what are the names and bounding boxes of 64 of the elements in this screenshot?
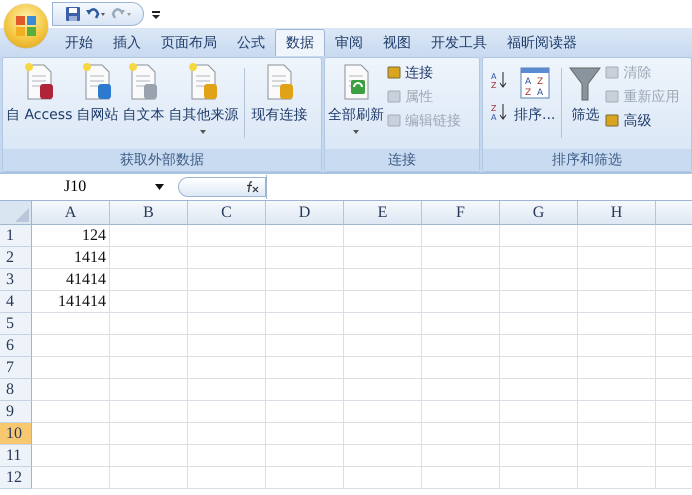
row-header[interactable]: 6 (0, 335, 32, 357)
office-logo-icon (15, 15, 37, 37)
ribbon-button[interactable]: 现有连接 (250, 62, 308, 124)
column-header[interactable]: H (578, 201, 656, 225)
ribbon-tab[interactable]: 开发工具 (421, 30, 497, 56)
column-header[interactable]: C (188, 201, 266, 225)
group-label: 连接 (325, 149, 479, 171)
caret-icon (353, 130, 359, 134)
customize-menu-icon[interactable] (152, 9, 160, 19)
row-header[interactable]: 9 (0, 401, 32, 423)
ribbon-button[interactable]: 筛选 (567, 62, 604, 124)
ribbon-small-button[interactable]: 连接 (387, 62, 461, 83)
corner-triangle-icon (15, 208, 29, 222)
small-icon (605, 114, 622, 128)
group-label: 排序和筛选 (483, 149, 691, 171)
column-header[interactable] (656, 201, 692, 225)
ribbon-button[interactable]: 自 Access (5, 62, 74, 124)
small-icon (605, 90, 622, 104)
caret-icon[interactable] (155, 184, 164, 190)
row-header[interactable]: 8 (0, 379, 32, 401)
row-header[interactable]: 5 (0, 313, 32, 335)
ribbon-tab[interactable]: 审阅 (325, 30, 373, 56)
row-header[interactable]: 12 (0, 467, 32, 489)
ribbon-button[interactable]: 全部刷新 (327, 62, 385, 134)
small-icon (387, 90, 403, 104)
table-cell: 41414 (32, 269, 110, 291)
ribbon-tab[interactable]: 开始 (55, 30, 103, 56)
small-icon (605, 66, 622, 80)
table-cell: 124 (32, 225, 110, 247)
ribbon-tab[interactable]: 公式 (227, 30, 275, 56)
column-header[interactable]: A (32, 201, 110, 225)
ribbon-tab[interactable]: 视图 (373, 30, 421, 56)
name-box[interactable]: J10 (0, 178, 170, 196)
column-header[interactable]: E (344, 201, 422, 225)
ribbon-small-button[interactable]: 高级 (605, 110, 680, 131)
formula-button[interactable] (178, 177, 266, 197)
table-cell: 1414 (32, 247, 110, 269)
office-button[interactable] (4, 4, 48, 48)
ribbon-button[interactable]: 自文本 (121, 62, 166, 124)
column-header[interactable]: D (266, 201, 344, 225)
row-header[interactable]: 10 (0, 423, 32, 445)
ribbon-button[interactable]: 自网站 (75, 62, 120, 124)
row-header[interactable]: 3 (0, 269, 32, 291)
column-header[interactable]: F (422, 201, 500, 225)
column-header[interactable]: G (500, 201, 578, 225)
ribbon-button[interactable]: 自其他来源 (167, 62, 240, 134)
column-header[interactable]: B (110, 201, 188, 225)
caret-icon (200, 130, 206, 134)
ribbon-tab[interactable]: 页面布局 (151, 30, 227, 56)
ribbon-button[interactable]: A Z Z A 排序... (513, 62, 556, 124)
ribbon-tab[interactable]: 数据 (275, 29, 325, 56)
ribbon-tab[interactable]: 插入 (103, 30, 151, 56)
row-header[interactable]: 4 (0, 291, 32, 313)
table-cell: 141414 (32, 291, 110, 313)
row-header[interactable]: 1 (0, 225, 32, 247)
row-header[interactable]: 11 (0, 445, 32, 467)
group-label: 获取外部数据 (3, 149, 321, 171)
row-header[interactable]: 7 (0, 357, 32, 379)
small-icon (387, 114, 403, 128)
function-icon (245, 181, 259, 193)
ribbon-tab[interactable]: 福昕阅读器 (497, 30, 587, 56)
small-icon (387, 66, 403, 80)
save-icon[interactable] (65, 6, 81, 22)
row-header[interactable]: 2 (0, 247, 32, 269)
